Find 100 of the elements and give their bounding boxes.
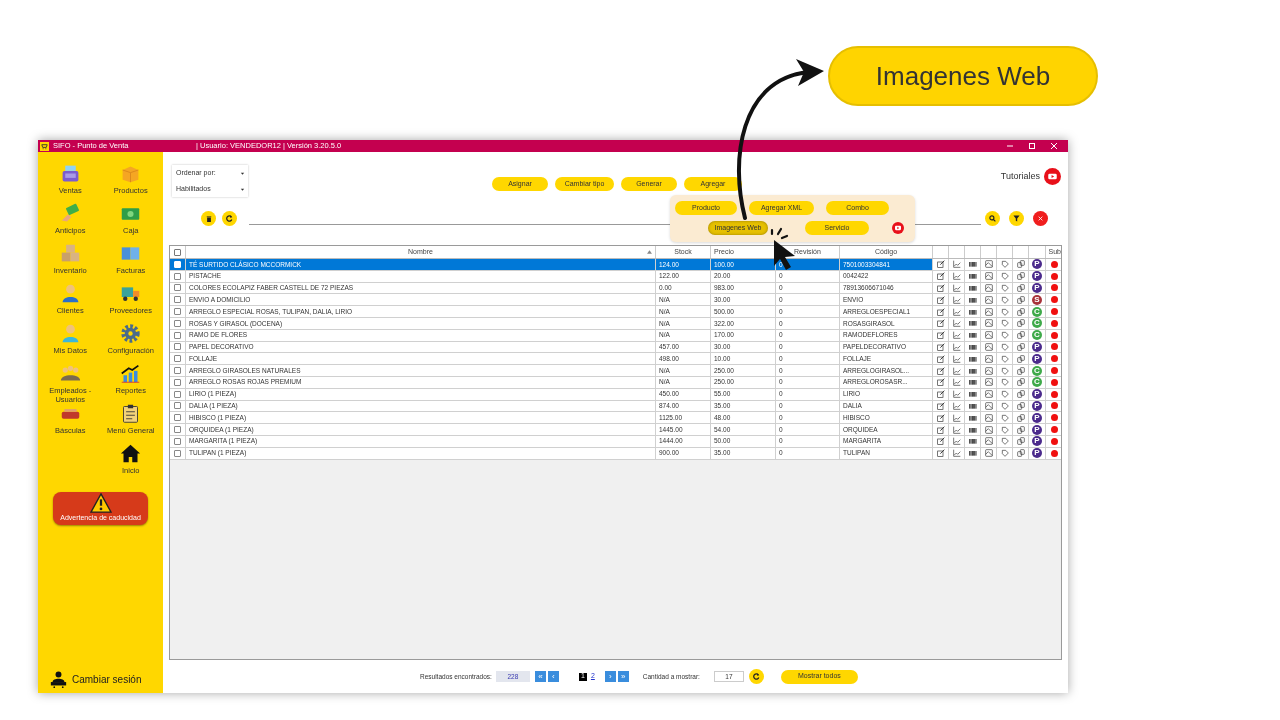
barcode-icon: [968, 342, 977, 351]
money-icon: [59, 203, 81, 224]
status-dot-icon: [1051, 426, 1058, 434]
status-dot-icon: [1051, 308, 1058, 316]
row-checkbox[interactable]: [174, 331, 181, 339]
row-checkbox[interactable]: [174, 367, 181, 375]
row-checkbox[interactable]: [174, 284, 181, 292]
row-checkbox[interactable]: [174, 390, 181, 398]
image-icon: [984, 295, 993, 304]
row-checkbox[interactable]: [174, 308, 181, 316]
barcode-icon: [968, 319, 977, 328]
image-icon: [984, 354, 993, 363]
search-icon: [989, 215, 996, 222]
edit-icon: [936, 425, 945, 434]
edit-icon: [936, 295, 945, 304]
refresh-button[interactable]: [222, 211, 237, 226]
status-dot-icon: [1051, 402, 1058, 410]
barcode-icon: [968, 272, 977, 281]
tutorials-label: Tutoriales: [1000, 169, 1040, 183]
row-checkbox[interactable]: [174, 343, 181, 351]
row-checkbox[interactable]: [174, 378, 181, 386]
edit-icon: [936, 413, 945, 422]
copy-icon: [1016, 437, 1025, 446]
close-icon: [1038, 216, 1043, 221]
row-checkbox[interactable]: [174, 272, 181, 280]
row-checkbox[interactable]: [174, 296, 181, 304]
refresh-icon: [752, 673, 760, 680]
copy-icon: [1016, 449, 1025, 458]
type-badge: P: [1032, 412, 1042, 423]
change-session-button[interactable]: Cambiar sesión: [50, 671, 163, 688]
type-badge: P: [1032, 400, 1042, 411]
row-checkbox[interactable]: [174, 355, 181, 363]
type-badge: C: [1032, 306, 1042, 317]
edit-icon: [936, 378, 945, 387]
line-chart-icon: [952, 272, 961, 281]
dropdown-arrow-icon: [240, 186, 245, 192]
image-icon: [984, 449, 993, 458]
edit-icon: [936, 366, 945, 375]
edit-icon: [936, 342, 945, 351]
copy-icon: [1016, 260, 1025, 269]
row-checkbox[interactable]: [174, 414, 181, 422]
type-badge: P: [1032, 341, 1042, 352]
type-badge: C: [1032, 330, 1042, 341]
line-chart-icon: [952, 366, 961, 375]
barcode-icon: [968, 331, 977, 340]
row-checkbox[interactable]: [174, 449, 181, 457]
edit-icon: [936, 272, 945, 281]
minimize-icon: [1006, 142, 1014, 150]
status-dot-icon: [1051, 355, 1058, 363]
video-play-icon: [892, 222, 904, 234]
clear-button[interactable]: [1033, 211, 1048, 226]
status-dot-icon: [1051, 414, 1058, 422]
search-button[interactable]: [985, 211, 1000, 226]
line-chart-icon: [952, 307, 961, 316]
warning-icon: [89, 493, 112, 514]
row-checkbox[interactable]: [174, 437, 181, 445]
click-cursor-icon: [770, 227, 795, 270]
barcode-icon: [968, 307, 977, 316]
line-chart-icon: [952, 342, 961, 351]
copy-icon: [1016, 307, 1025, 316]
row-checkbox[interactable]: [174, 426, 181, 434]
barcode-icon: [968, 401, 977, 410]
copy-icon: [1016, 378, 1025, 387]
gear-icon: [120, 323, 142, 344]
edit-icon: [936, 401, 945, 410]
header-checkbox[interactable]: [174, 248, 181, 256]
status-dot-icon: [1051, 390, 1058, 398]
refresh-button[interactable]: [748, 669, 764, 684]
line-chart-icon: [952, 378, 961, 387]
barcode-icon: [968, 390, 977, 399]
copy-icon: [1016, 413, 1025, 422]
house-icon: [120, 443, 142, 464]
image-icon: [984, 425, 993, 434]
copy-icon: [1016, 319, 1025, 328]
boxes-icon: [59, 243, 81, 264]
filter-button[interactable]: [1009, 211, 1024, 226]
barcode-icon: [968, 378, 977, 387]
copy-icon: [1016, 425, 1025, 434]
edit-icon: [936, 307, 945, 316]
copy-icon: [1016, 342, 1025, 351]
barcode-icon: [968, 449, 977, 458]
edit-icon: [936, 260, 945, 269]
status-dot-icon: [1051, 367, 1058, 375]
line-chart-icon: [952, 331, 961, 340]
status-dot-icon: [1051, 296, 1058, 304]
line-chart-icon: [952, 260, 961, 269]
row-checkbox[interactable]: [174, 402, 181, 410]
delete-button[interactable]: [201, 211, 216, 226]
refresh-icon: [226, 215, 233, 222]
close-icon: [1050, 142, 1058, 150]
row-checkbox[interactable]: [174, 319, 181, 327]
line-chart-icon: [952, 354, 961, 363]
barcode-icon: [968, 354, 977, 363]
barcode-icon: [968, 260, 977, 269]
copy-icon: [1016, 284, 1025, 292]
line-chart-icon: [952, 319, 961, 328]
image-icon: [984, 390, 993, 399]
line-chart-icon: [952, 401, 961, 410]
sort-caret-icon: [647, 250, 652, 254]
copy-icon: [1016, 295, 1025, 304]
